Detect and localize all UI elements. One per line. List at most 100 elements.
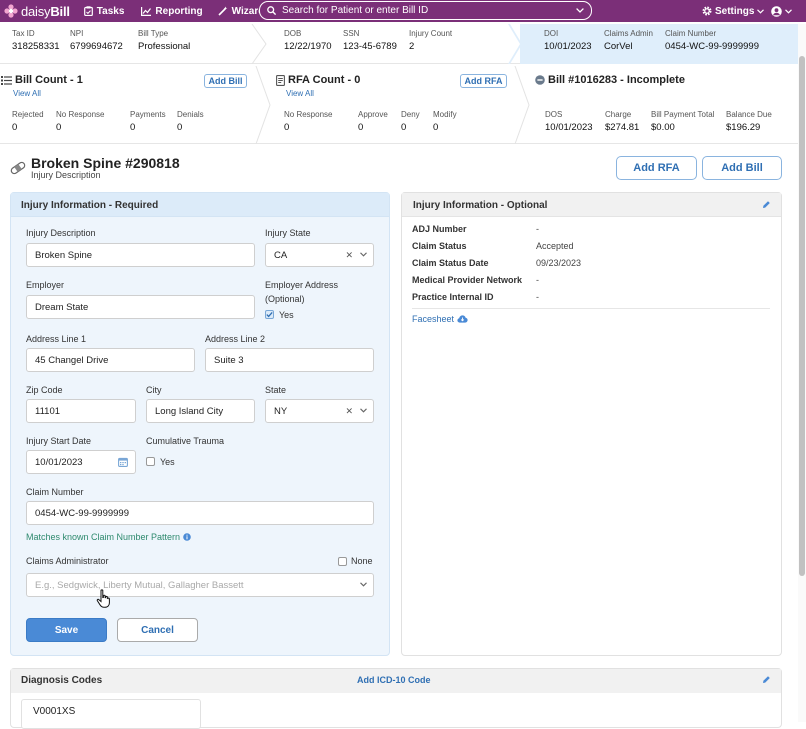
- pencil-icon[interactable]: [762, 675, 771, 684]
- pencil-icon[interactable]: [762, 200, 771, 209]
- address-line-2-value: Suite 3: [214, 354, 244, 366]
- hand-cursor-icon: [96, 589, 112, 609]
- nav-reporting[interactable]: Reporting: [141, 5, 203, 17]
- add-bill-small-button[interactable]: Add Bill: [204, 74, 247, 88]
- segment-divider: [251, 24, 267, 64]
- claim-pattern-text: Matches known Claim Number Pattern: [26, 532, 181, 542]
- bills-view-all-link[interactable]: View All: [13, 89, 41, 98]
- add-rfa-button[interactable]: Add RFA: [616, 156, 697, 180]
- claim-status-label: Claim Status: [412, 241, 467, 251]
- user-avatar-icon: [771, 5, 782, 17]
- dos-field: DOS 10/01/2023: [545, 110, 593, 133]
- payment-total-field: Bill Payment Total $0.00: [651, 110, 714, 133]
- claims-admin-none-checkbox[interactable]: [338, 557, 347, 566]
- claim-segment[interactable]: DOI 10/01/2023 Claims Admin CorVel Claim…: [508, 24, 799, 64]
- clear-icon[interactable]: ✕: [345, 250, 353, 261]
- rfa-view-all-link[interactable]: View All: [286, 89, 314, 98]
- rfa-count-title[interactable]: RFA Count - 0: [276, 74, 360, 86]
- claim-number-value: 0454-WC-99-9999999: [665, 41, 760, 52]
- dos-label: DOS: [545, 110, 563, 119]
- claim-number-input-value: 0454-WC-99-9999999: [35, 507, 130, 519]
- doi-value: 10/01/2023: [544, 41, 592, 52]
- state-label: State: [265, 385, 287, 395]
- cumulative-trauma-checkbox[interactable]: [146, 457, 155, 466]
- add-icd10-link[interactable]: Add ICD-10 Code: [357, 675, 431, 685]
- add-bill-button[interactable]: Add Bill: [702, 156, 782, 180]
- cumulative-trauma-yes-label: Yes: [160, 457, 175, 467]
- balance-due-label: Balance Due: [726, 110, 772, 119]
- injury-state-select[interactable]: CA ✕: [265, 243, 374, 267]
- rejected-label: Rejected: [12, 110, 44, 119]
- injury-state-value: CA: [274, 249, 288, 261]
- chevron-down-icon: [757, 8, 765, 14]
- claims-admin-value: CorVel: [604, 41, 633, 52]
- chevron-down-icon: [360, 582, 367, 587]
- calendar-icon[interactable]: [118, 457, 128, 467]
- ssn-label: SSN: [343, 29, 360, 38]
- city-value: Long Island City: [155, 405, 224, 417]
- chevron-down-icon[interactable]: [576, 8, 584, 13]
- claim-number-input[interactable]: 0454-WC-99-9999999: [26, 501, 374, 525]
- search-input[interactable]: [282, 5, 576, 16]
- facesheet-link[interactable]: Facesheet: [412, 314, 468, 324]
- save-button[interactable]: Save: [26, 618, 107, 642]
- injury-count-label: Injury Count: [409, 29, 453, 38]
- rfa-no-response-field: No Response 0: [284, 110, 332, 133]
- search-bar[interactable]: [259, 1, 592, 20]
- diagnosis-header: Diagnosis Codes Add ICD-10 Code: [11, 669, 781, 693]
- nav-tasks[interactable]: Tasks: [83, 6, 124, 17]
- address-line-2-input[interactable]: Suite 3: [205, 348, 374, 372]
- state-value: NY: [274, 405, 288, 417]
- ssn-field: SSN 123-45-6789: [343, 29, 397, 52]
- city-input[interactable]: Long Island City: [146, 399, 255, 423]
- bill-no-response-label: No Response: [56, 110, 105, 119]
- doi-field: DOI 10/01/2023: [544, 29, 592, 52]
- claims-administrator-select[interactable]: E.g., Sedgwick, Liberty Mutual, Gallaghe…: [26, 573, 374, 597]
- add-rfa-small-button[interactable]: Add RFA: [460, 74, 507, 88]
- magic-wand-icon: [218, 6, 228, 16]
- bill-status-title[interactable]: Bill #1016283 - Incomplete: [535, 74, 685, 86]
- injury-description-input[interactable]: Broken Spine: [26, 243, 255, 267]
- charge-field: Charge $274.81: [605, 110, 639, 133]
- diagnosis-code-chip[interactable]: V0001XS: [21, 699, 201, 729]
- tax-id-label: Tax ID: [12, 29, 35, 38]
- modify-field: Modify 0: [433, 110, 457, 133]
- approve-label: Approve: [358, 110, 388, 119]
- daisybill-logo[interactable]: daisyBill: [4, 4, 70, 19]
- denials-value: 0: [177, 122, 183, 133]
- employer-address-checkbox[interactable]: [265, 310, 274, 319]
- bill-type-field: Bill Type Professional: [138, 29, 190, 52]
- chart-icon: [141, 6, 152, 16]
- address-line-1-input[interactable]: 45 Changel Drive: [26, 348, 195, 372]
- clear-icon[interactable]: ✕: [345, 406, 353, 417]
- injury-description-value: Broken Spine: [35, 249, 93, 261]
- adj-number-value: -: [536, 224, 539, 234]
- employer-address-optional-label: (Optional): [265, 294, 305, 304]
- claim-number-label: Claim Number: [665, 29, 717, 38]
- nav-reporting-label: Reporting: [155, 5, 203, 17]
- settings-menu[interactable]: Settings: [702, 0, 765, 22]
- injury-start-date-label: Injury Start Date: [26, 436, 92, 446]
- employer-input[interactable]: Dream State: [26, 295, 255, 319]
- state-select[interactable]: NY ✕: [265, 399, 374, 423]
- ssn-value: 123-45-6789: [343, 41, 397, 52]
- cancel-button[interactable]: Cancel: [117, 618, 198, 642]
- rejected-value: 0: [12, 122, 18, 133]
- claim-number-field: Claim Number 0454-WC-99-9999999: [665, 29, 759, 52]
- zip-code-input[interactable]: 11101: [26, 399, 136, 423]
- bill-type-value: Professional: [138, 41, 191, 52]
- practice-internal-id-value: -: [536, 292, 539, 302]
- scrollbar-thumb[interactable]: [799, 56, 805, 576]
- claim-status-value: Accepted: [536, 241, 574, 251]
- deny-value: 0: [401, 122, 407, 133]
- employer-label: Employer: [26, 280, 65, 290]
- bill-count-title[interactable]: Bill Count - 1: [1, 74, 83, 86]
- user-menu[interactable]: [771, 0, 792, 22]
- chevron-down-icon: [360, 408, 367, 413]
- daisy-flower-icon: [4, 4, 18, 18]
- charge-value: $274.81: [605, 122, 640, 133]
- clipboard-icon: [83, 6, 93, 16]
- info-icon[interactable]: [183, 533, 191, 541]
- minus-circle-icon: [535, 75, 545, 85]
- injury-start-date-input[interactable]: 10/01/2023: [26, 450, 136, 474]
